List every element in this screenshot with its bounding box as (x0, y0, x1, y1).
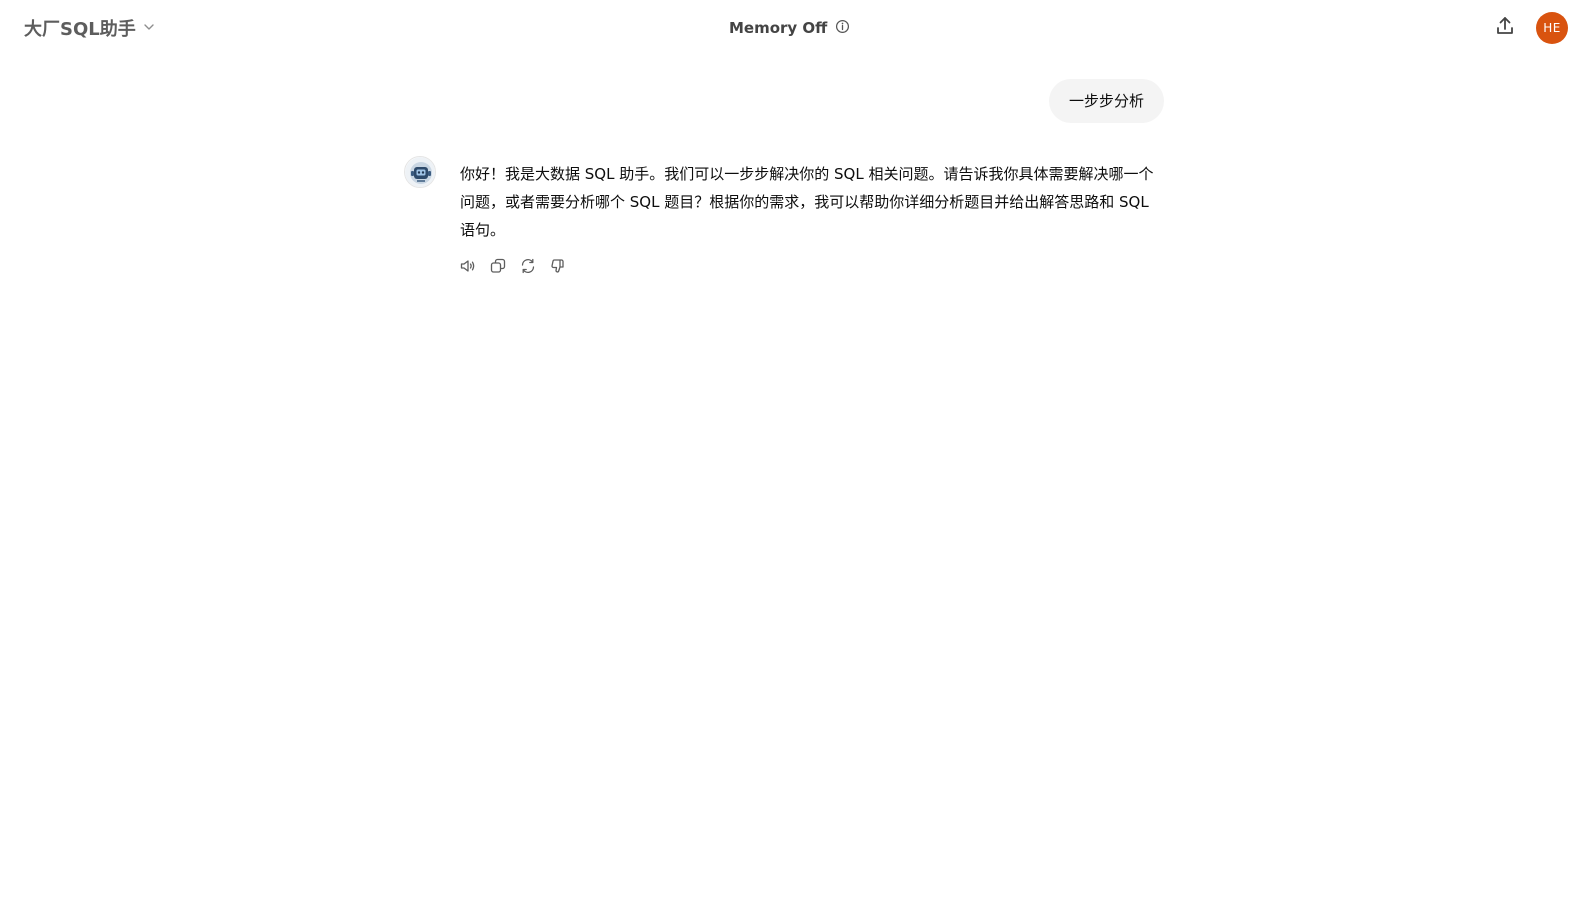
share-upload-icon (1494, 15, 1516, 41)
user-avatar[interactable]: HE (1536, 12, 1568, 44)
thumbs-down-icon (549, 257, 567, 279)
assistant-message-body: 你好！我是大数据 SQL 助手。我们可以一步步解决你的 SQL 相关问题。请告诉… (460, 156, 1168, 280)
assistant-avatar (404, 156, 436, 188)
read-aloud-button[interactable] (456, 256, 480, 280)
speaker-icon (459, 257, 477, 279)
assistant-message-row: 你好！我是大数据 SQL 助手。我们可以一步步解决你的 SQL 相关问题。请告诉… (404, 156, 1168, 280)
user-message-row: 一步步分析 (0, 79, 1164, 123)
share-button[interactable] (1488, 11, 1522, 45)
model-name: 大厂SQL助手 (24, 19, 136, 40)
dislike-button[interactable] (546, 256, 570, 280)
chevron-down-icon (142, 19, 156, 38)
model-switcher[interactable]: 大厂SQL助手 (14, 10, 166, 46)
info-icon[interactable] (835, 19, 850, 38)
copy-icon (489, 257, 507, 279)
user-message: 一步步分析 (1048, 79, 1164, 123)
memory-status-label: Memory Off (729, 19, 828, 37)
top-bar: 大厂SQL助手 Memory Off HE (0, 0, 1586, 56)
regenerate-button[interactable] (516, 256, 540, 280)
message-actions (456, 256, 1168, 280)
refresh-icon (519, 257, 537, 279)
copy-button[interactable] (486, 256, 510, 280)
assistant-message: 你好！我是大数据 SQL 助手。我们可以一步步解决你的 SQL 相关问题。请告诉… (460, 165, 1154, 239)
memory-status: Memory Off (729, 16, 850, 40)
header-actions: HE (1488, 10, 1568, 46)
